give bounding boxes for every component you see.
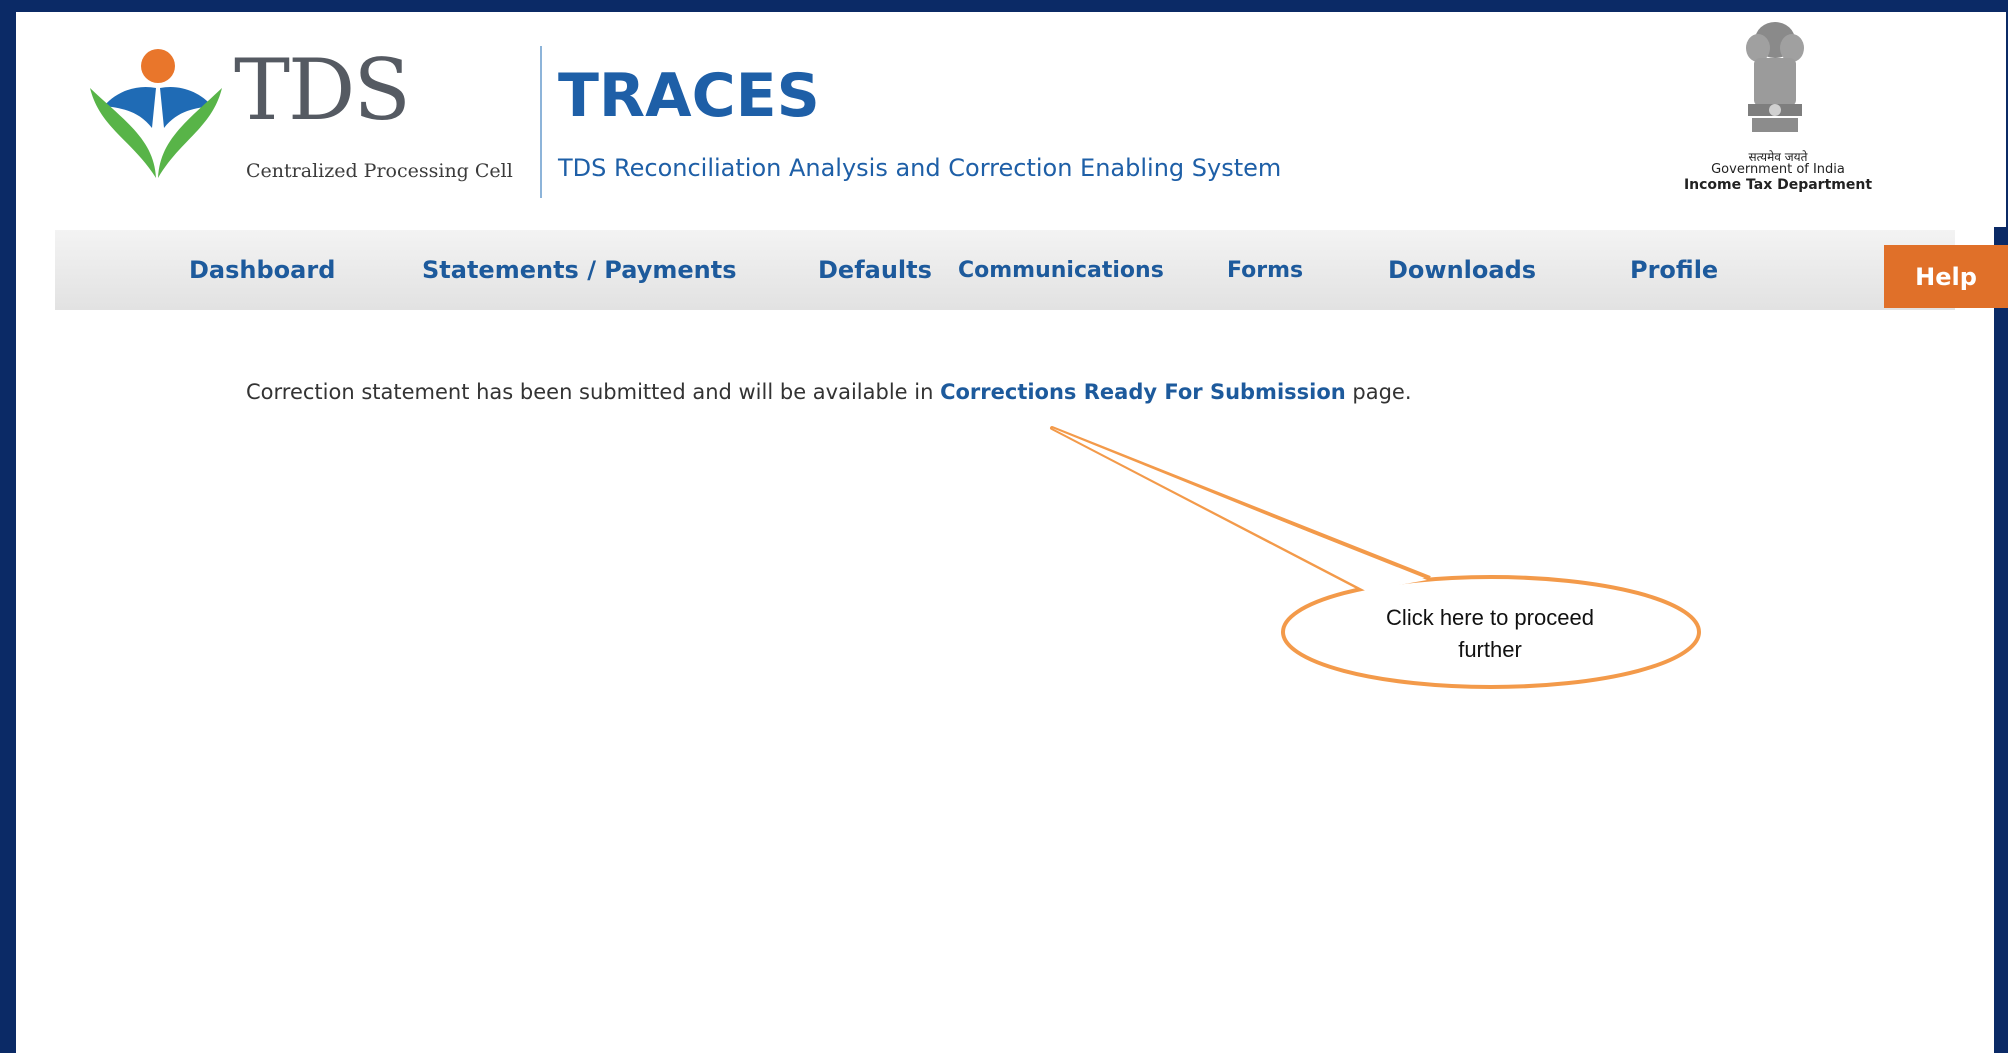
nav-defaults[interactable]: Defaults xyxy=(818,256,932,284)
corrections-ready-link[interactable]: Corrections Ready For Submission xyxy=(940,380,1346,404)
department-label: Income Tax Department xyxy=(1683,177,1873,193)
national-emblem-icon xyxy=(1746,22,1804,132)
callout-line-2: further xyxy=(1458,637,1522,662)
callout-line-1: Click here to proceed xyxy=(1386,605,1594,630)
nav-downloads[interactable]: Downloads xyxy=(1388,256,1536,284)
message-text-after: page. xyxy=(1345,380,1412,404)
app-title: TRACES xyxy=(558,61,820,131)
tds-logo-icon xyxy=(90,49,222,178)
nav-communications[interactable]: Communications xyxy=(958,258,1164,283)
status-message: Correction statement has been submitted … xyxy=(246,380,1412,404)
tds-logo-text: TDS xyxy=(234,41,411,139)
logo-subtitle: Centralized Processing Cell xyxy=(246,160,513,182)
app-subtitle: TDS Reconciliation Analysis and Correcti… xyxy=(558,154,1282,182)
government-label: Government of India xyxy=(1711,162,1845,177)
message-text-before: Correction statement has been submitted … xyxy=(246,380,941,404)
header-divider xyxy=(540,46,542,198)
nav-profile[interactable]: Profile xyxy=(1630,256,1718,284)
help-button[interactable]: Help xyxy=(1884,245,2008,308)
main-nav: Dashboard Statements / Payments Defaults… xyxy=(55,230,1955,310)
nav-dashboard[interactable]: Dashboard xyxy=(189,256,335,284)
nav-statements-payments[interactable]: Statements / Payments xyxy=(422,256,736,284)
nav-forms[interactable]: Forms xyxy=(1227,258,1303,283)
callout-text: Click here to proceed further xyxy=(1330,602,1650,666)
